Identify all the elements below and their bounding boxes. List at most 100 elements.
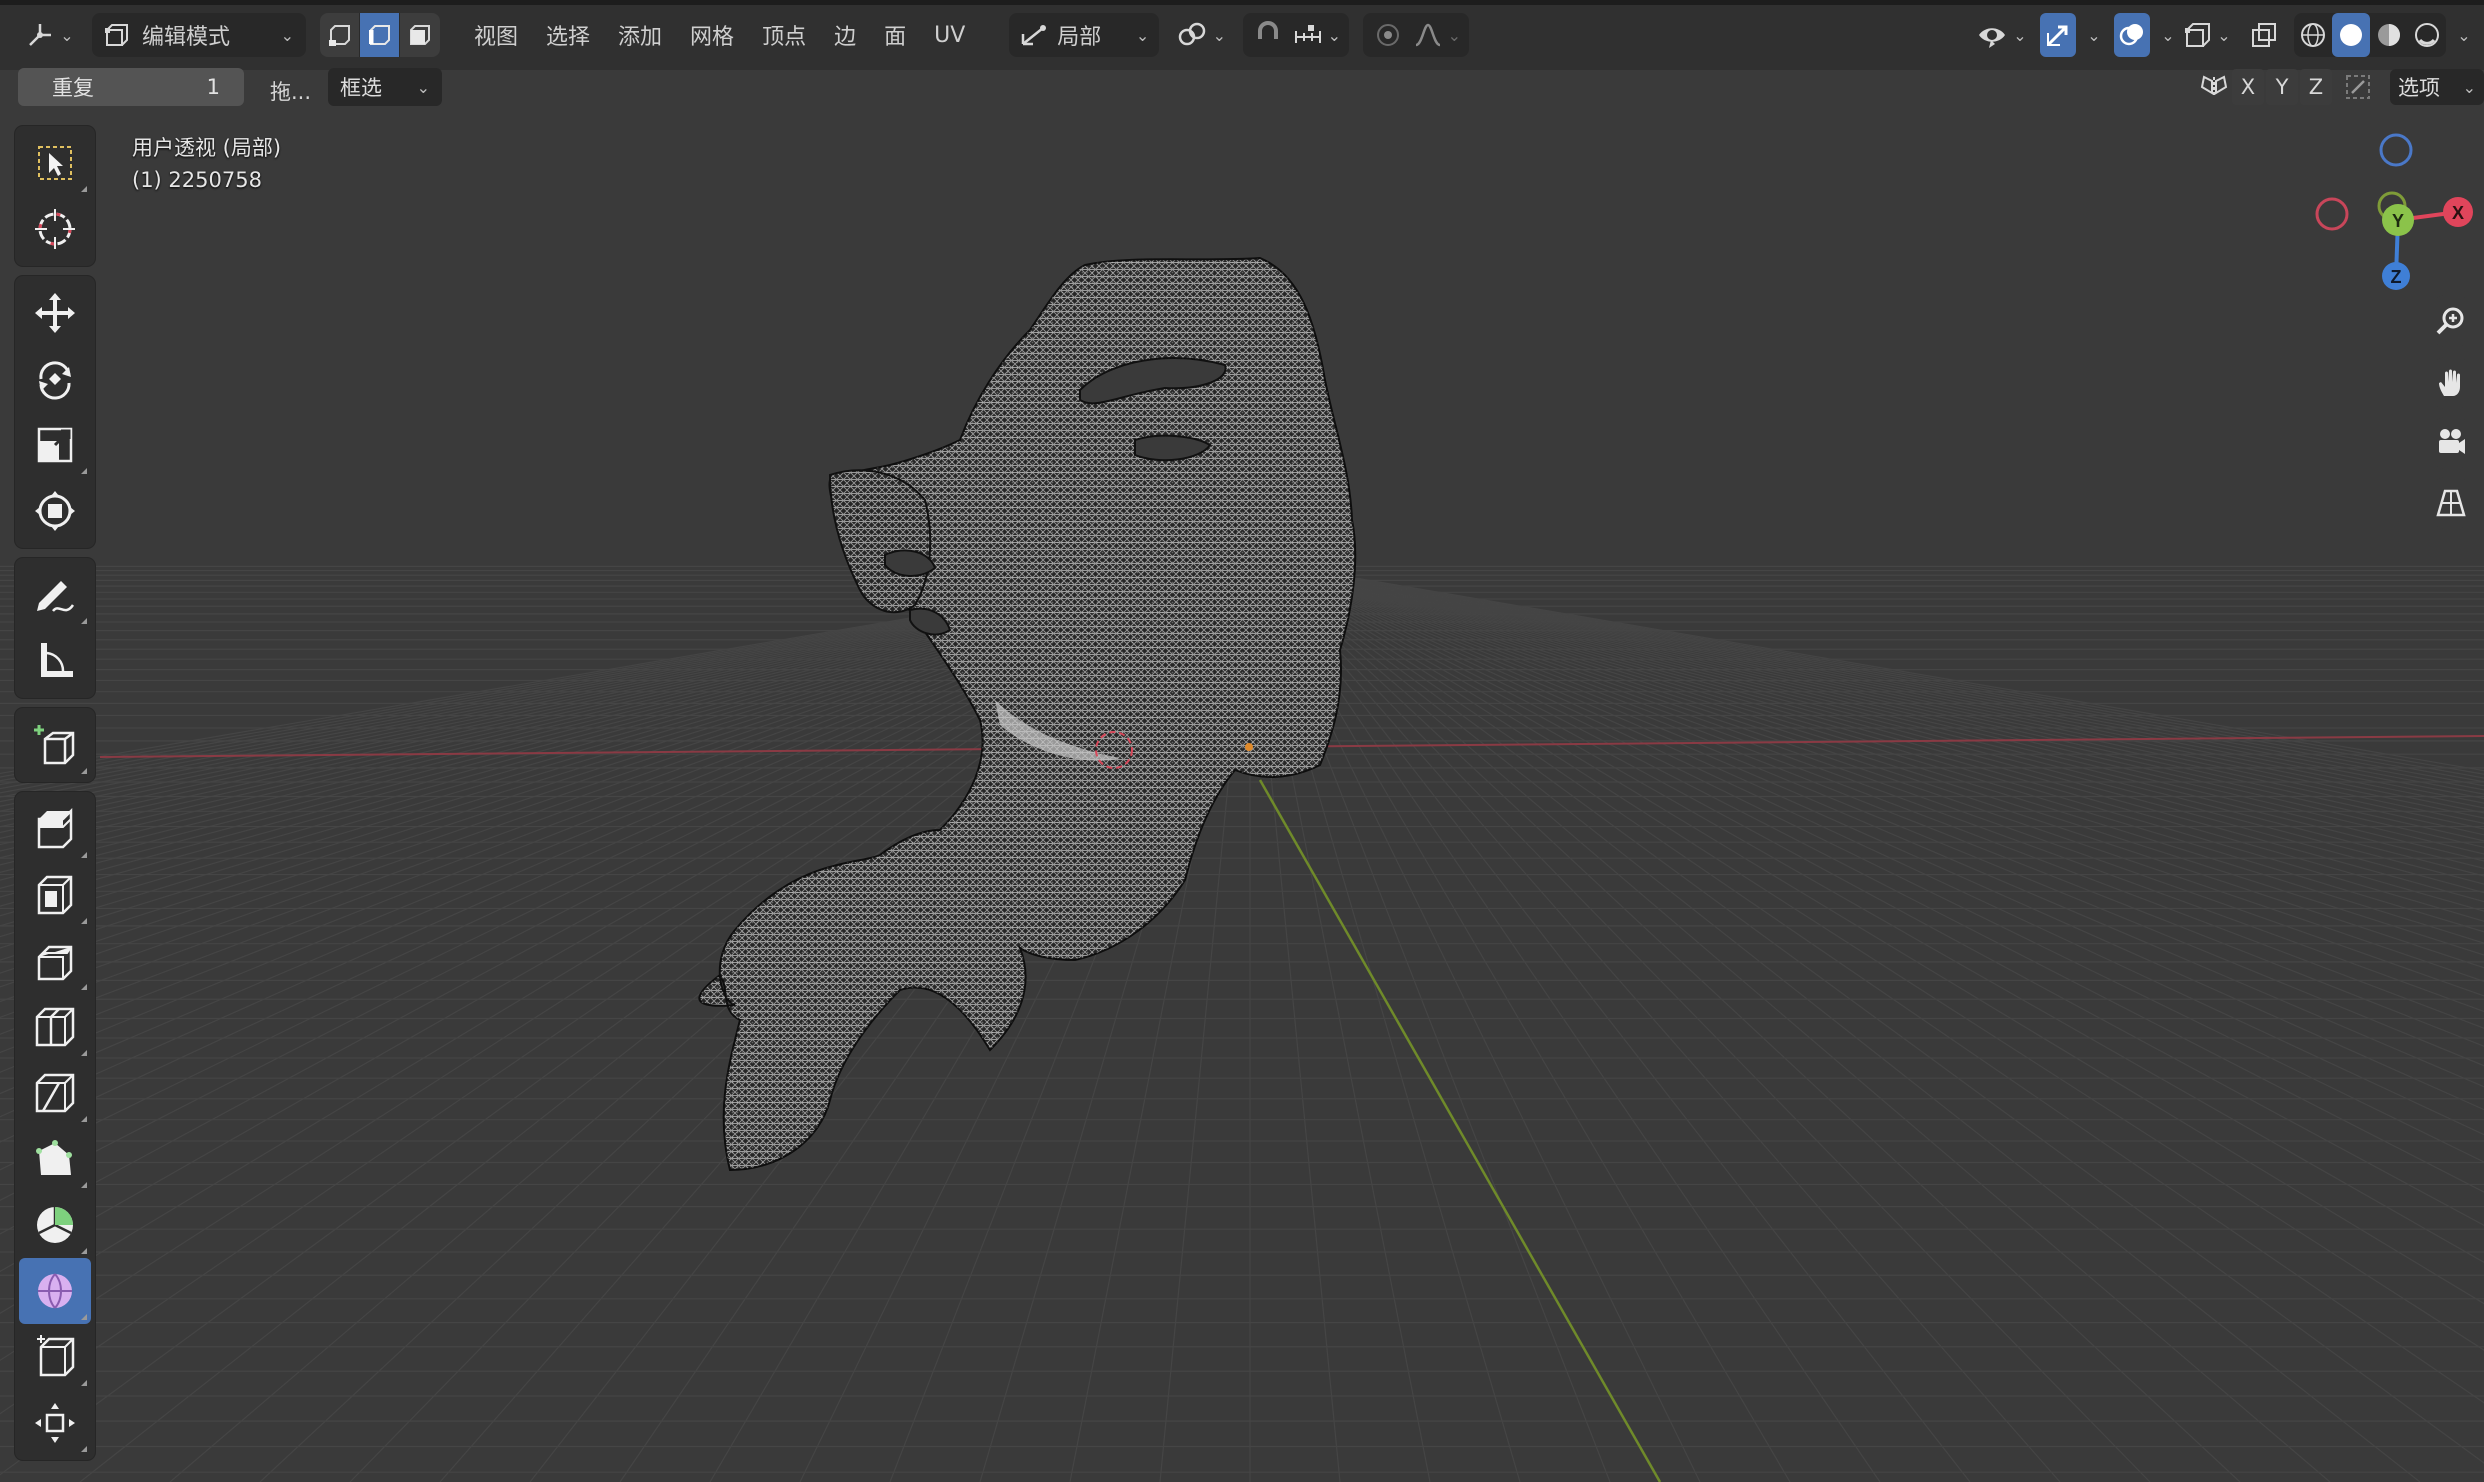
- header-right-controls: ⌄ ⌄ ⌄ ⌄ ⌄: [1972, 13, 2476, 57]
- transform-orientation-dropdown[interactable]: 局部 ⌄: [1009, 13, 1160, 57]
- vertex-select-button[interactable]: [320, 13, 360, 57]
- gizmo-neg-z[interactable]: [2379, 133, 2413, 167]
- smooth-sphere-icon: [38, 1273, 72, 1309]
- options-dropdown[interactable]: 选项 ⌄: [2390, 69, 2484, 105]
- 3d-viewport[interactable]: 用户透视 (局部) (1) 2250758: [0, 0, 2484, 1482]
- gizmo-y-label: Y: [2392, 211, 2404, 231]
- gizmo-arrow-icon: [2046, 25, 2068, 47]
- smooth-vertices-tool[interactable]: [19, 1258, 91, 1324]
- edge-select-button[interactable]: [360, 13, 400, 57]
- mirror-x-button[interactable]: X: [2232, 69, 2264, 105]
- shading-dropdown[interactable]: ⌄: [2446, 13, 2476, 57]
- edge-slide-icon: [37, 1335, 75, 1377]
- loop-cut-tool[interactable]: [19, 994, 91, 1060]
- overlay-toggle[interactable]: [2114, 13, 2150, 57]
- menu-view[interactable]: 视图: [460, 13, 532, 57]
- annotate-tool[interactable]: [19, 562, 91, 628]
- mirror-y-button[interactable]: Y: [2266, 69, 2298, 105]
- camera-icon[interactable]: [2424, 416, 2478, 470]
- hand-pan-icon[interactable]: [2424, 356, 2478, 410]
- face-select-button[interactable]: [400, 13, 440, 57]
- object-info-label: (1) 2250758: [132, 168, 262, 192]
- viewport-scene: [0, 0, 2484, 1482]
- scale-tool[interactable]: [19, 412, 91, 478]
- view-name-label: 用户透视 (局部): [132, 136, 282, 160]
- pivot-point-button[interactable]: ⌄: [1173, 13, 1229, 57]
- editor-type-button[interactable]: ⌄: [20, 13, 80, 57]
- repeat-value: 1: [206, 75, 220, 99]
- solid-shading-button[interactable]: [2332, 13, 2370, 57]
- gizmo-neg-x[interactable]: [2315, 197, 2349, 231]
- material-shading-button[interactable]: [2370, 13, 2408, 57]
- topology-mirror-toggle[interactable]: [2342, 69, 2374, 105]
- topology-mirror-icon: [2346, 75, 2370, 99]
- extrude-tool[interactable]: [19, 796, 91, 862]
- orientation-gizmo[interactable]: X Y Z: [2300, 120, 2484, 300]
- tool-shelf: [14, 126, 96, 1470]
- edit-mode-icon: [105, 24, 128, 46]
- falloff-button[interactable]: ⌄: [1409, 13, 1465, 57]
- pivot-link-icon: [1178, 22, 1205, 46]
- vertex-select-icon: [328, 25, 350, 46]
- menu-add[interactable]: 添加: [604, 13, 676, 57]
- cursor-icon: [35, 209, 75, 249]
- add-cube-icon: [34, 725, 75, 765]
- grid-view-icon[interactable]: [2424, 476, 2478, 530]
- zoom-icon[interactable]: [2424, 294, 2478, 348]
- select-box-icon: [38, 146, 72, 180]
- select-box-tool[interactable]: [19, 130, 91, 196]
- add-cube-tool[interactable]: [19, 712, 91, 778]
- mesh-edit-overlay-button[interactable]: ⌄: [2180, 13, 2236, 57]
- snap-target-button[interactable]: ⌄: [1289, 13, 1345, 57]
- viewport-header: ⌄ 编辑模式 ⌄ 视图 选择 添加 网格 顶点 边 面 UV 局部 ⌄ ⌄ ⌄ …: [0, 0, 2484, 70]
- move-tool[interactable]: [19, 280, 91, 346]
- menu-vertex[interactable]: 顶点: [748, 13, 820, 57]
- scale-icon: [37, 427, 73, 463]
- shrink-fatten-icon: [35, 1403, 75, 1443]
- transform-tool[interactable]: [19, 478, 91, 544]
- drag-select-dropdown[interactable]: 框选 ⌄: [328, 68, 442, 106]
- overlay-dropdown[interactable]: ⌄: [2150, 13, 2180, 57]
- spin-tool[interactable]: [19, 1192, 91, 1258]
- material-sphere-icon: [2378, 24, 2400, 46]
- gizmo-toggle[interactable]: [2040, 13, 2076, 57]
- inset-tool[interactable]: [19, 862, 91, 928]
- falloff-curve-icon: [1415, 23, 1441, 47]
- bevel-tool[interactable]: [19, 928, 91, 994]
- blender-editor: 用户透视 (局部) (1) 2250758 X Y Z ⌄ 编辑模式 ⌄ 视图 …: [0, 0, 2484, 1482]
- move-arrows-icon: [35, 293, 75, 333]
- gizmo-dropdown[interactable]: ⌄: [2076, 13, 2106, 57]
- knife-tool[interactable]: [19, 1060, 91, 1126]
- eye-icon: [1979, 28, 2006, 48]
- tool-settings-bar: 重复 1 拖... 框选 ⌄ X Y Z 选项 ⌄: [0, 64, 2484, 112]
- repeat-field[interactable]: 重复 1: [18, 68, 244, 106]
- proportional-edit-toggle[interactable]: [1367, 13, 1409, 57]
- mirror-z-button[interactable]: Z: [2300, 69, 2332, 105]
- xray-icon: [2252, 23, 2276, 47]
- transform-icon: [35, 491, 75, 531]
- xray-toggle[interactable]: [2244, 13, 2284, 57]
- wireframe-shading-button[interactable]: [2294, 13, 2332, 57]
- repeat-label: 重复: [52, 76, 94, 100]
- loop-cut-icon: [35, 1007, 75, 1047]
- visibility-button[interactable]: ⌄: [1972, 13, 2032, 57]
- menu-face[interactable]: 面: [870, 13, 920, 57]
- rotate-tool[interactable]: [19, 346, 91, 412]
- gizmo-z-label: Z: [2391, 267, 2402, 287]
- face-select-icon: [410, 25, 430, 45]
- axis-editor-icon: [29, 24, 52, 46]
- menu-select[interactable]: 选择: [532, 13, 604, 57]
- rendered-shading-button[interactable]: [2408, 13, 2446, 57]
- snap-toggle[interactable]: [1247, 13, 1289, 57]
- cursor-tool[interactable]: [19, 196, 91, 262]
- mode-dropdown[interactable]: 编辑模式 ⌄: [92, 13, 306, 57]
- menu-edge[interactable]: 边: [820, 13, 870, 57]
- menu-uv[interactable]: UV: [920, 13, 979, 57]
- extrude-icon: [37, 807, 73, 849]
- shrink-fatten-tool[interactable]: [19, 1390, 91, 1456]
- edge-slide-tool[interactable]: [19, 1324, 91, 1390]
- measure-tool[interactable]: [19, 628, 91, 694]
- menu-mesh[interactable]: 网格: [676, 13, 748, 57]
- poly-build-tool[interactable]: [19, 1126, 91, 1192]
- local-orientation-icon: [1022, 25, 1047, 46]
